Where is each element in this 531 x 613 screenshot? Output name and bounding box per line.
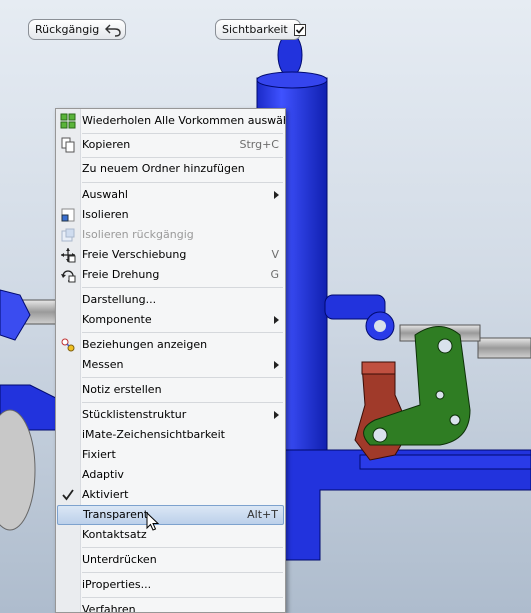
- menu-item-label: Adaptiv: [82, 468, 124, 481]
- menu-separator: [82, 402, 283, 403]
- visibility-toggle[interactable]: Sichtbarkeit: [215, 19, 306, 40]
- menu-item-label: Darstellung...: [82, 293, 157, 306]
- mouse-pointer-icon: [146, 511, 160, 536]
- menu-item-label: Zu neuem Ordner hinzufügen: [82, 162, 245, 175]
- menu-item-label: Wiederholen Alle Vorkommen auswählen: [82, 114, 286, 127]
- menu-separator: [82, 547, 283, 548]
- menu-separator: [82, 377, 283, 378]
- menu-item-label: Isolieren rückgängig: [82, 228, 194, 241]
- menu-item-label: Auswahl: [82, 188, 128, 201]
- menu-item-free-rotate[interactable]: Freie Drehung G: [56, 265, 285, 285]
- menu-item-label: Freie Drehung: [82, 268, 160, 281]
- menu-item-shortcut: V: [271, 248, 279, 261]
- visibility-label: Sichtbarkeit: [222, 23, 288, 36]
- menu-item-suppress[interactable]: Unterdrücken: [56, 550, 285, 570]
- menu-item-shortcut: Strg+C: [239, 138, 279, 151]
- menu-item-show-relationships[interactable]: Beziehungen anzeigen: [56, 335, 285, 355]
- menu-item-label: Unterdrücken: [82, 553, 157, 566]
- menu-item-label: Kontaktsatz: [82, 528, 147, 541]
- menu-item-measure[interactable]: Messen: [56, 355, 285, 375]
- copy-icon: [60, 137, 76, 153]
- relationships-icon: [60, 337, 76, 353]
- green-lever-hole-1: [437, 338, 453, 354]
- blue-left-clamp: [0, 289, 31, 341]
- submenu-arrow-icon: [274, 316, 279, 324]
- menu-item-repeat-select-all[interactable]: Wiederholen Alle Vorkommen auswählen: [56, 111, 285, 131]
- menu-separator: [82, 597, 283, 598]
- 3d-viewport[interactable]: Rückgängig Sichtbarkeit Wiederholen Alle…: [0, 0, 531, 613]
- menu-item-free-move[interactable]: Freie Verschiebung V: [56, 245, 285, 265]
- menu-item-create-note[interactable]: Notiz erstellen: [56, 380, 285, 400]
- blue-joint-hole-inner: [374, 320, 386, 332]
- menu-item-add-to-folder[interactable]: Zu neuem Ordner hinzufügen: [56, 159, 285, 179]
- menu-separator: [82, 287, 283, 288]
- menu-item-procedure[interactable]: Verfahren: [56, 600, 285, 613]
- submenu-arrow-icon: [274, 361, 279, 369]
- menu-item-shortcut: Alt+T: [247, 508, 278, 521]
- menu-item-imate-visibility[interactable]: iMate-Zeichensichtbarkeit: [56, 425, 285, 445]
- menu-item-label: Notiz erstellen: [82, 383, 162, 396]
- blue-cylinder-top: [256, 71, 328, 89]
- menu-item-adaptive[interactable]: Adaptiv: [56, 465, 285, 485]
- menu-item-selection[interactable]: Auswahl: [56, 185, 285, 205]
- menu-item-label: Komponente: [82, 313, 152, 326]
- menu-item-iproperties[interactable]: iProperties...: [56, 575, 285, 595]
- menu-item-label: iMate-Zeichensichtbarkeit: [82, 428, 225, 441]
- menu-item-transparent[interactable]: Transparent Alt+T: [57, 505, 284, 525]
- checkmark-icon: [60, 487, 76, 503]
- menu-item-appearance[interactable]: Darstellung...: [56, 290, 285, 310]
- free-rotate-icon: [60, 267, 76, 283]
- free-move-icon: [60, 247, 76, 263]
- undo-isolate-icon: [60, 227, 76, 243]
- menu-item-label: Verfahren: [82, 603, 136, 613]
- menu-item-enabled[interactable]: Aktiviert: [56, 485, 285, 505]
- menu-item-label: Isolieren: [82, 208, 129, 221]
- context-menu: Wiederholen Alle Vorkommen auswählen Kop…: [55, 108, 286, 613]
- grid-select-icon: [60, 113, 76, 129]
- menu-item-contact-set[interactable]: Kontaktsatz: [56, 525, 285, 545]
- menu-separator: [82, 157, 283, 158]
- red-part-top: [361, 361, 396, 375]
- menu-separator: [82, 133, 283, 134]
- green-lever-hole-3: [449, 414, 461, 426]
- undo-arrow-icon: [105, 23, 121, 37]
- menu-item-label: Fixiert: [82, 448, 116, 461]
- menu-item-undo-isolate[interactable]: Isolieren rückgängig: [56, 225, 285, 245]
- menu-item-label: Transparent: [83, 508, 149, 521]
- menu-item-shortcut: G: [270, 268, 279, 281]
- menu-separator: [82, 572, 283, 573]
- undo-button[interactable]: Rückgängig: [28, 19, 126, 40]
- isolate-icon: [60, 207, 76, 223]
- submenu-arrow-icon: [274, 191, 279, 199]
- menu-item-isolate[interactable]: Isolieren: [56, 205, 285, 225]
- grey-rod-top-right: [477, 337, 531, 359]
- green-lever-hole-2: [372, 427, 388, 443]
- menu-item-label: iProperties...: [82, 578, 152, 591]
- menu-item-label: Messen: [82, 358, 124, 371]
- menu-separator: [82, 332, 283, 333]
- checkbox-checked-icon[interactable]: [293, 23, 306, 36]
- green-lever-hole-4: [435, 390, 445, 400]
- menu-item-fixed[interactable]: Fixiert: [56, 445, 285, 465]
- menu-item-label: Freie Verschiebung: [82, 248, 187, 261]
- menu-item-component[interactable]: Komponente: [56, 310, 285, 330]
- menu-item-label: Beziehungen anzeigen: [82, 338, 208, 351]
- menu-item-bom-structure[interactable]: Stücklistenstruktur: [56, 405, 285, 425]
- menu-item-label: Kopieren: [82, 138, 131, 151]
- menu-item-label: Aktiviert: [82, 488, 129, 501]
- menu-separator: [82, 182, 283, 183]
- undo-label: Rückgängig: [35, 23, 100, 36]
- menu-item-copy[interactable]: Kopieren Strg+C: [56, 135, 285, 155]
- submenu-arrow-icon: [274, 411, 279, 419]
- menu-item-label: Stücklistenstruktur: [82, 408, 187, 421]
